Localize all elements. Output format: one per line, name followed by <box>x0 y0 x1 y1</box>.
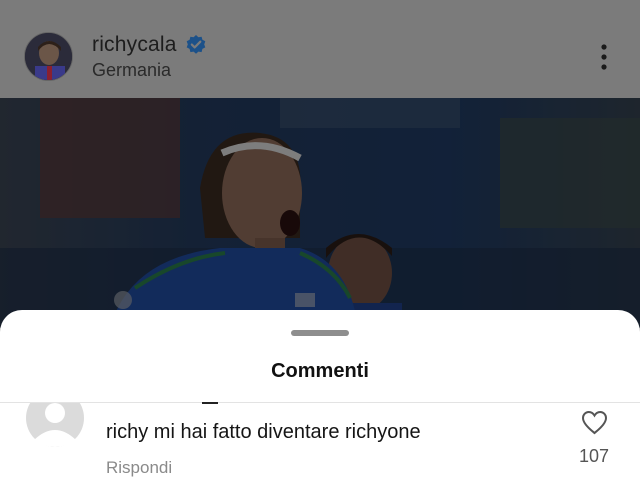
sheet-title: Commenti <box>271 360 369 382</box>
username-row: richycala <box>92 33 207 57</box>
username[interactable]: richycala <box>92 33 177 57</box>
reply-button[interactable]: Rispondi <box>106 458 172 478</box>
heart-outline-icon[interactable] <box>581 410 608 435</box>
like-count: 107 <box>578 446 610 466</box>
profile-avatar[interactable] <box>24 32 73 81</box>
commenter-avatar[interactable] <box>26 394 84 448</box>
comment-text: richy mi hai fatto diventare richyone <box>106 421 421 443</box>
post-location[interactable]: Germania <box>92 60 171 81</box>
divider <box>0 402 640 403</box>
drag-handle[interactable] <box>291 330 349 336</box>
verified-badge-icon <box>185 34 207 56</box>
comments-sheet: Commenti richy mi hai fatto diventare ri… <box>0 310 640 503</box>
commenter-name-partial <box>202 402 218 404</box>
more-vertical-icon[interactable] <box>598 42 610 72</box>
post-header: richycala Germania <box>0 0 640 98</box>
post-photo[interactable] <box>0 98 640 328</box>
